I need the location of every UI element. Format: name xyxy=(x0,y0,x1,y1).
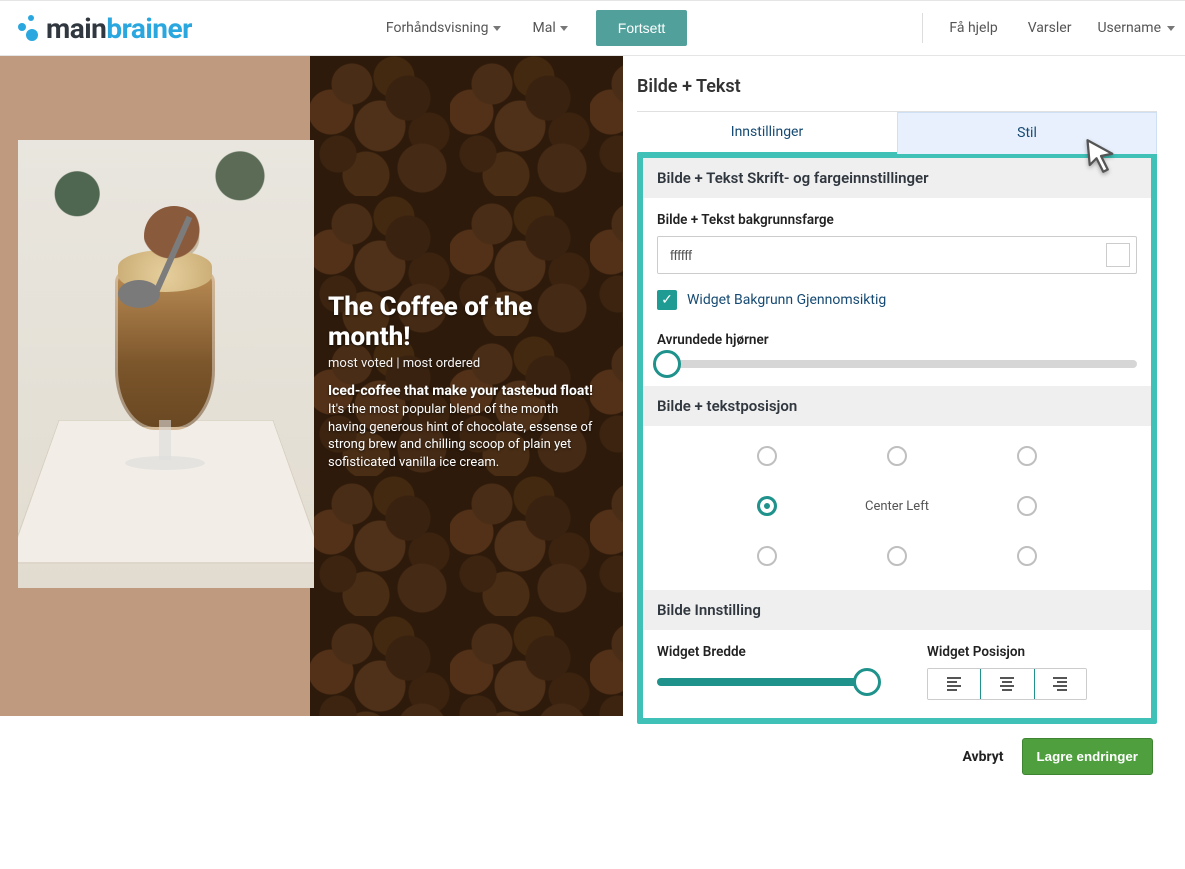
username-label: Username xyxy=(1097,20,1161,36)
pos-top-right[interactable] xyxy=(1017,446,1037,466)
pos-bottom-right[interactable] xyxy=(1017,546,1037,566)
align-right-button[interactable] xyxy=(1034,669,1086,699)
preview-canvas: The Coffee of the month! most voted | mo… xyxy=(0,56,623,716)
widget-position-label: Widget Posisjon xyxy=(927,644,1137,660)
preview-subheading: most voted | most ordered xyxy=(328,356,593,371)
preview-heading: The Coffee of the month! xyxy=(328,292,593,352)
cancel-button[interactable]: Avbryt xyxy=(962,749,1003,765)
pos-bottom-left[interactable] xyxy=(757,546,777,566)
section-font-color: Bilde + Tekst Skrift- og fargeinnstillin… xyxy=(643,158,1151,198)
align-left-icon xyxy=(947,677,961,691)
continue-button[interactable]: Fortsett xyxy=(596,10,687,46)
pos-center-left[interactable] xyxy=(757,496,777,516)
preview-text: The Coffee of the month! most voted | mo… xyxy=(328,292,593,471)
style-options-highlight: Bilde + Tekst Skrift- og fargeinnstillin… xyxy=(637,152,1157,724)
section-position: Bilde + tekstposisjon xyxy=(643,386,1151,426)
rounded-corners-label: Avrundede hjørner xyxy=(657,332,1137,348)
align-center-button[interactable] xyxy=(980,668,1034,700)
save-button[interactable]: Lagre endringer xyxy=(1022,738,1153,775)
coffee-photo xyxy=(18,140,314,588)
transparent-checkbox[interactable]: ✓ xyxy=(657,290,677,310)
alerts-link[interactable]: Varsler xyxy=(1024,14,1076,42)
logo-text-main: main xyxy=(46,12,106,45)
section-image: Bilde Innstilling xyxy=(643,590,1151,630)
preview-dropdown[interactable]: Forhåndsvisning xyxy=(382,14,505,42)
panel-tabs: Innstillinger Stil xyxy=(637,111,1157,155)
panel-title: Bilde + Tekst xyxy=(637,76,1157,97)
position-grid: Center Left xyxy=(732,446,1062,566)
width-slider[interactable] xyxy=(657,678,867,686)
preview-label: Forhåndsvisning xyxy=(386,20,489,36)
chevron-down-icon xyxy=(1167,26,1175,31)
pos-top-left[interactable] xyxy=(757,446,777,466)
logo-dots-icon xyxy=(14,15,40,41)
pos-bottom-center[interactable] xyxy=(887,546,907,566)
chevron-down-icon xyxy=(493,26,501,31)
tab-style[interactable]: Stil xyxy=(897,112,1157,154)
bg-color-label: Bilde + Tekst bakgrunnsfarge xyxy=(657,212,1137,228)
align-left-button[interactable] xyxy=(928,669,981,699)
width-label: Widget Bredde xyxy=(657,644,867,660)
help-link[interactable]: Få hjelp xyxy=(945,14,1001,42)
user-menu[interactable]: Username xyxy=(1097,20,1175,36)
pos-selected-label: Center Left xyxy=(865,499,929,514)
align-center-icon xyxy=(1000,677,1014,691)
bg-color-swatch[interactable] xyxy=(1106,243,1130,267)
side-panel: Bilde + Tekst Innstillinger Stil Bilde +… xyxy=(623,56,1185,869)
pos-center-right[interactable] xyxy=(1017,496,1037,516)
topbar: mainbrainer Forhåndsvisning Mal Fortsett… xyxy=(0,0,1185,56)
tab-settings[interactable]: Innstillinger xyxy=(637,112,897,154)
preview-body: It's the most popular blend of the month… xyxy=(328,401,593,471)
preview-lead: Iced-coffee that make your tastebud floa… xyxy=(328,383,593,399)
logo: mainbrainer xyxy=(14,12,192,45)
template-dropdown[interactable]: Mal xyxy=(529,14,572,42)
pos-top-center[interactable] xyxy=(887,446,907,466)
divider xyxy=(922,13,923,43)
chevron-down-icon xyxy=(560,26,568,31)
template-label: Mal xyxy=(533,20,556,36)
rounded-corners-slider[interactable] xyxy=(657,360,1137,368)
bg-color-input[interactable] xyxy=(658,237,1106,273)
align-segmented xyxy=(927,668,1087,700)
align-right-icon xyxy=(1053,677,1067,691)
bg-color-input-wrap xyxy=(657,236,1137,274)
logo-text-brainer: brainer xyxy=(106,12,192,45)
transparent-label: Widget Bakgrunn Gjennomsiktig xyxy=(687,292,886,308)
